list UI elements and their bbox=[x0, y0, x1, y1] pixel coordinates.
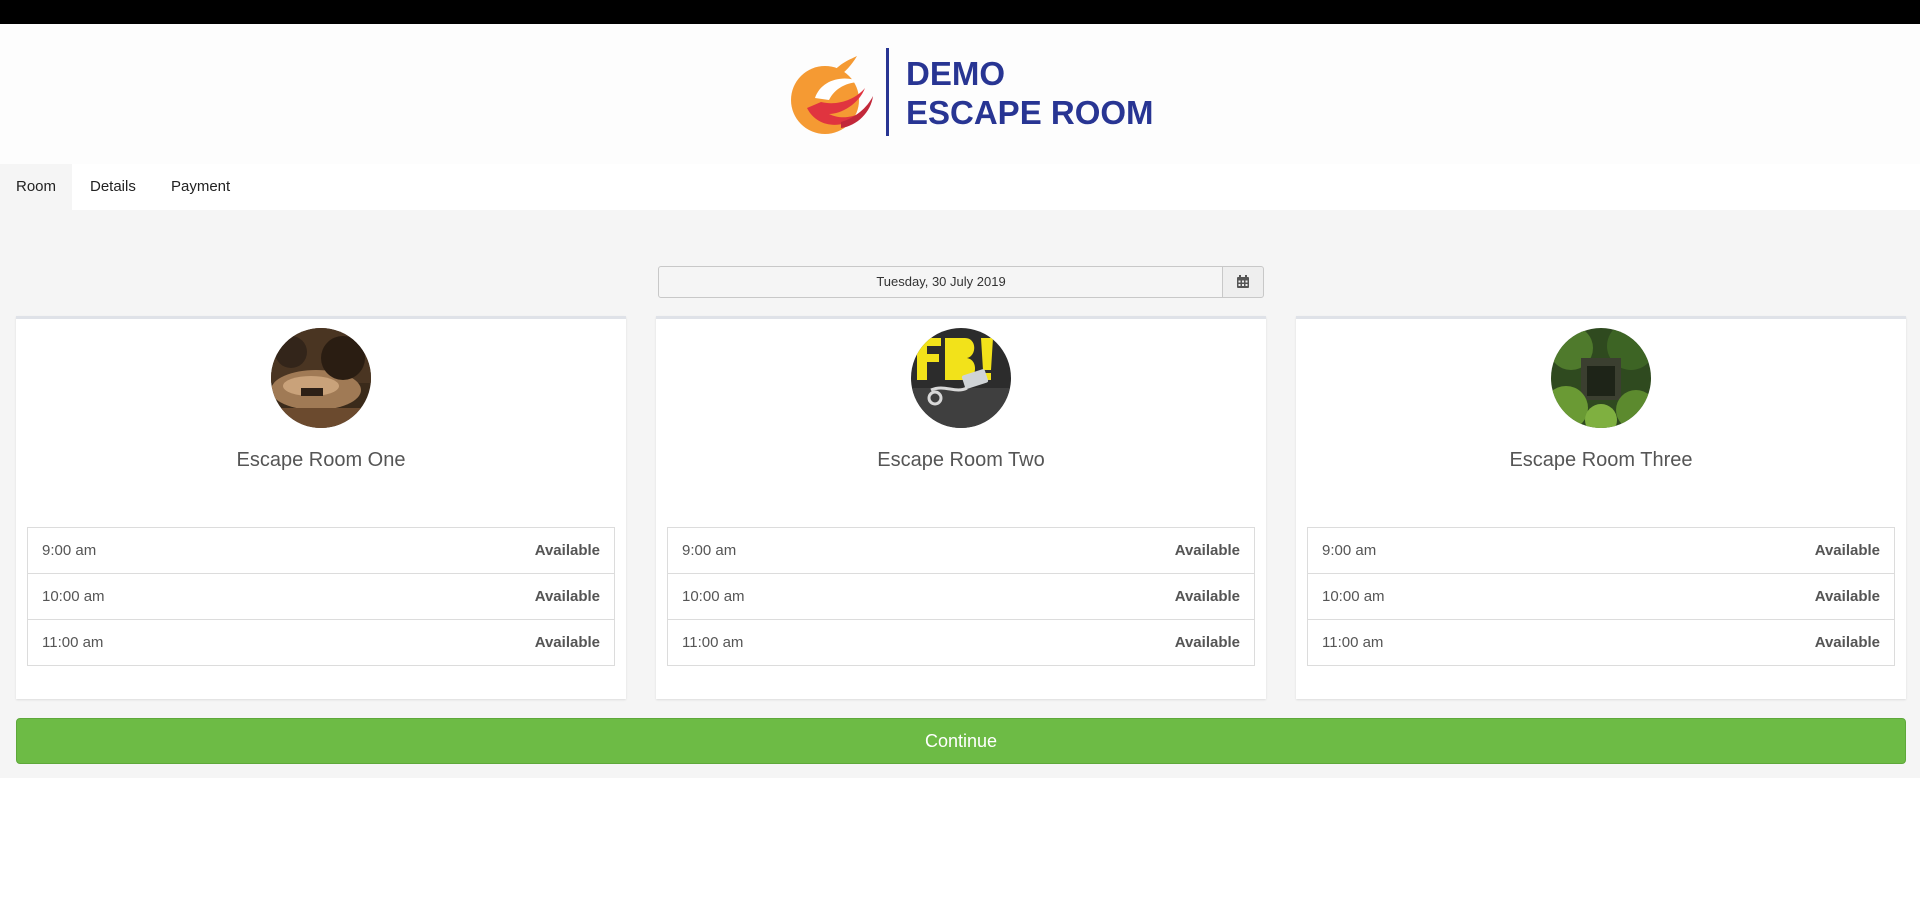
header: DEMO ESCAPE ROOM bbox=[0, 24, 1920, 164]
time-slot[interactable]: 11:00 am Available bbox=[28, 619, 614, 665]
room-card-three: Escape Room Three 9:00 am Available 10:0… bbox=[1296, 316, 1906, 699]
calendar-button[interactable] bbox=[1222, 266, 1264, 298]
slot-status: Available bbox=[1174, 634, 1240, 651]
time-slot-list: 9:00 am Available 10:00 am Available 11:… bbox=[27, 527, 615, 666]
calendar-icon bbox=[1237, 275, 1249, 288]
slot-status: Available bbox=[1814, 542, 1880, 559]
brand-line-1: DEMO bbox=[906, 55, 1005, 92]
slot-status: Available bbox=[1814, 588, 1880, 605]
slot-time: 11:00 am bbox=[42, 634, 104, 651]
brand-name: DEMO ESCAPE ROOM bbox=[906, 54, 1154, 132]
step-tabs: Room Details Payment bbox=[0, 164, 1920, 210]
time-slot[interactable]: 11:00 am Available bbox=[1308, 619, 1894, 665]
room-three-photo bbox=[1551, 328, 1651, 428]
room-one-photo bbox=[271, 328, 371, 428]
slot-time: 10:00 am bbox=[1322, 588, 1385, 605]
phoenix-logo-icon bbox=[791, 56, 873, 134]
slot-time: 10:00 am bbox=[42, 588, 105, 605]
slot-time: 11:00 am bbox=[682, 634, 744, 651]
room-card-two: Escape Room Two 9:00 am Available 10:00 … bbox=[656, 316, 1266, 699]
time-slot-list: 9:00 am Available 10:00 am Available 11:… bbox=[1307, 527, 1895, 666]
booking-panel: Tuesday, 30 July 2019 Escape Room One 9:… bbox=[0, 210, 1920, 778]
slot-time: 10:00 am bbox=[682, 588, 745, 605]
slot-time: 9:00 am bbox=[42, 542, 97, 559]
slot-status: Available bbox=[534, 634, 600, 651]
tab-room[interactable]: Room bbox=[0, 164, 73, 210]
room-card-one: Escape Room One 9:00 am Available 10:00 … bbox=[16, 316, 626, 699]
date-input[interactable]: Tuesday, 30 July 2019 bbox=[658, 266, 1224, 298]
logo-divider bbox=[886, 48, 889, 136]
browser-top-bar bbox=[0, 0, 1920, 24]
time-slot[interactable]: 9:00 am Available bbox=[668, 528, 1254, 573]
room-name: Escape Room Two bbox=[877, 449, 1045, 471]
brand-line-2: ESCAPE ROOM bbox=[906, 94, 1154, 131]
time-slot[interactable]: 10:00 am Available bbox=[668, 573, 1254, 619]
time-slot[interactable]: 9:00 am Available bbox=[28, 528, 614, 573]
time-slot-list: 9:00 am Available 10:00 am Available 11:… bbox=[667, 527, 1255, 666]
room-one-image bbox=[271, 328, 371, 428]
tab-payment[interactable]: Payment bbox=[155, 164, 246, 210]
room-two-image bbox=[911, 328, 1011, 428]
time-slot[interactable]: 10:00 am Available bbox=[1308, 573, 1894, 619]
date-picker: Tuesday, 30 July 2019 bbox=[658, 266, 1264, 298]
time-slot[interactable]: 11:00 am Available bbox=[668, 619, 1254, 665]
room-two-photo bbox=[911, 328, 1011, 428]
time-slot[interactable]: 9:00 am Available bbox=[1308, 528, 1894, 573]
slot-status: Available bbox=[1174, 542, 1240, 559]
slot-status: Available bbox=[1174, 588, 1240, 605]
room-name: Escape Room One bbox=[236, 449, 406, 471]
time-slot[interactable]: 10:00 am Available bbox=[28, 573, 614, 619]
tab-details[interactable]: Details bbox=[74, 164, 152, 210]
room-three-image bbox=[1551, 328, 1651, 428]
slot-status: Available bbox=[1814, 634, 1880, 651]
slot-time: 9:00 am bbox=[1322, 542, 1377, 559]
room-name: Escape Room Three bbox=[1509, 449, 1693, 471]
slot-status: Available bbox=[534, 588, 600, 605]
slot-status: Available bbox=[534, 542, 600, 559]
continue-button[interactable]: Continue bbox=[16, 718, 1906, 764]
slot-time: 9:00 am bbox=[682, 542, 737, 559]
brand-logo[interactable]: DEMO ESCAPE ROOM bbox=[785, 48, 1154, 144]
slot-time: 11:00 am bbox=[1322, 634, 1384, 651]
